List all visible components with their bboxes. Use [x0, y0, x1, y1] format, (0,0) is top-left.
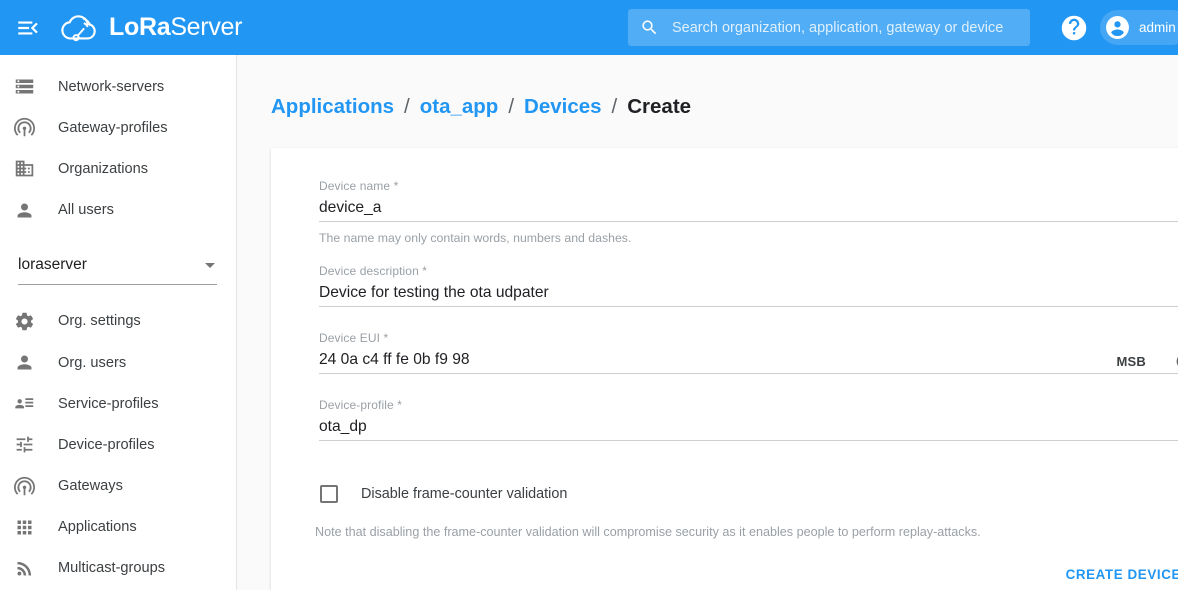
- sidebar-divider-space: [0, 285, 236, 301]
- apps-grid-icon: [10, 517, 38, 538]
- sidebar-item-gateway-profiles[interactable]: Gateway-profiles: [0, 107, 236, 148]
- sidebar-item-org-settings[interactable]: Org. settings: [0, 301, 236, 342]
- device-name-helper-text: The name may only contain words, numbers…: [319, 231, 1178, 245]
- breadcrumb-item-ota-app[interactable]: ota_app: [420, 95, 499, 119]
- sidebar-bottom-group: Org. settings Org. users Service-profile…: [0, 301, 236, 589]
- sidebar-item-applications[interactable]: Applications: [0, 507, 236, 548]
- sidebar-item-org-users[interactable]: Org. users: [0, 342, 236, 383]
- device-profile-value[interactable]: [319, 418, 1178, 440]
- cloud-logo-icon: [60, 12, 100, 44]
- device-description-label: Device description *: [319, 264, 1178, 278]
- search-icon: [640, 18, 659, 37]
- sidebar-item-all-users[interactable]: All users: [0, 190, 236, 231]
- sidebar-item-label: Service-profiles: [58, 396, 159, 412]
- device-profile-field: Device-profile *: [319, 398, 1178, 441]
- search-input[interactable]: [670, 19, 1020, 37]
- rss-feed-icon: [10, 558, 38, 579]
- breadcrumb-item-create: Create: [627, 95, 691, 119]
- global-search[interactable]: [628, 9, 1030, 46]
- sidebar-item-label: All users: [58, 202, 114, 218]
- tune-sliders-icon: [10, 434, 38, 455]
- disable-fcnt-label: Disable frame-counter validation: [361, 486, 567, 502]
- main-content: Applications / ota_app / Devices / Creat…: [237, 55, 1178, 590]
- device-description-input-row[interactable]: [319, 278, 1178, 307]
- sidebar-top-group: Network-servers Gateway-profiles Organiz…: [0, 66, 236, 231]
- organization-selector[interactable]: loraserver: [18, 247, 217, 285]
- sidebar-item-label: Multicast-groups: [58, 560, 165, 576]
- account-circle-icon: [1105, 15, 1130, 40]
- sidebar-item-device-profiles[interactable]: Device-profiles: [0, 424, 236, 465]
- device-profile-label: Device-profile *: [319, 398, 1178, 412]
- device-description-input[interactable]: [319, 284, 1178, 306]
- business-icon: [10, 158, 38, 179]
- device-profile-select[interactable]: [319, 412, 1178, 441]
- menu-open-icon: [15, 15, 41, 41]
- disable-fcnt-checkbox[interactable]: [320, 485, 338, 503]
- generate-eui-button[interactable]: [1174, 351, 1178, 373]
- disable-fcnt-row[interactable]: Disable frame-counter validation: [319, 485, 1178, 503]
- sidebar-item-label: Applications: [58, 519, 137, 535]
- breadcrumb-separator: /: [404, 95, 410, 119]
- help-button[interactable]: [1060, 14, 1088, 42]
- sidebar-item-organizations[interactable]: Organizations: [0, 148, 236, 189]
- breadcrumb-separator: /: [508, 95, 514, 119]
- recent-actors-icon: [10, 393, 38, 414]
- sidebar-item-gateways[interactable]: Gateways: [0, 466, 236, 507]
- device-name-input-row[interactable]: [319, 193, 1178, 222]
- menu-toggle-button[interactable]: [0, 0, 56, 55]
- sidebar-item-label: Network-servers: [58, 79, 164, 95]
- disable-fcnt-note: Note that disabling the frame-counter va…: [315, 525, 1178, 539]
- device-eui-field: Device EUI * MSB: [319, 331, 1178, 374]
- sidebar-item-service-profiles[interactable]: Service-profiles: [0, 383, 236, 424]
- sidebar-item-multicast-groups[interactable]: Multicast-groups: [0, 548, 236, 589]
- chevron-down-icon: [205, 263, 215, 268]
- device-description-field: Device description *: [319, 264, 1178, 307]
- msb-label: MSB: [1117, 354, 1147, 373]
- help-circle-icon: [1060, 14, 1088, 42]
- device-name-input[interactable]: [319, 199, 1178, 221]
- brand-title-bold: LoRa: [109, 13, 170, 41]
- settings-gear-icon: [10, 311, 38, 332]
- brand-title-light: Server: [170, 13, 242, 41]
- sidebar-item-label: Org. users: [58, 355, 126, 371]
- wifi-tethering-icon: [10, 476, 38, 497]
- device-eui-label: Device EUI *: [319, 331, 1178, 345]
- organization-selected-value: loraserver: [18, 256, 87, 274]
- user-menu[interactable]: admin: [1100, 10, 1178, 45]
- breadcrumb: Applications / ota_app / Devices / Creat…: [237, 55, 1178, 119]
- breadcrumb-item-devices[interactable]: Devices: [524, 95, 602, 119]
- wifi-tethering-icon: [10, 117, 38, 138]
- sidebar-item-label: Org. settings: [58, 313, 141, 329]
- breadcrumb-item-applications[interactable]: Applications: [271, 95, 394, 119]
- person-icon: [10, 200, 38, 221]
- sidebar-item-label: Organizations: [58, 161, 148, 177]
- username-label: admin: [1139, 20, 1176, 35]
- device-name-field: Device name * The name may only contain …: [319, 148, 1178, 245]
- breadcrumb-separator: /: [612, 95, 618, 119]
- sidebar-item-label: Gateways: [58, 478, 123, 494]
- sidebar-item-label: Gateway-profiles: [58, 120, 168, 136]
- device-eui-input[interactable]: [319, 351, 1117, 373]
- device-name-label: Device name *: [319, 179, 1178, 193]
- sidebar-item-label: Device-profiles: [58, 437, 155, 453]
- sidebar-navigation: Network-servers Gateway-profiles Organiz…: [0, 55, 237, 590]
- create-device-form-card: Device name * The name may only contain …: [271, 148, 1178, 590]
- brand-logo[interactable]: LoRaServer: [60, 12, 242, 44]
- storage-icon: [10, 76, 38, 97]
- sidebar-item-network-servers[interactable]: Network-servers: [0, 66, 236, 107]
- person-icon: [10, 352, 38, 373]
- brand-title: LoRaServer: [109, 13, 242, 42]
- refresh-icon: [1174, 351, 1178, 371]
- create-device-button[interactable]: CREATE DEVICE: [1053, 559, 1178, 590]
- device-eui-input-row[interactable]: MSB: [319, 345, 1178, 374]
- top-app-bar: LoRaServer admin: [0, 0, 1178, 55]
